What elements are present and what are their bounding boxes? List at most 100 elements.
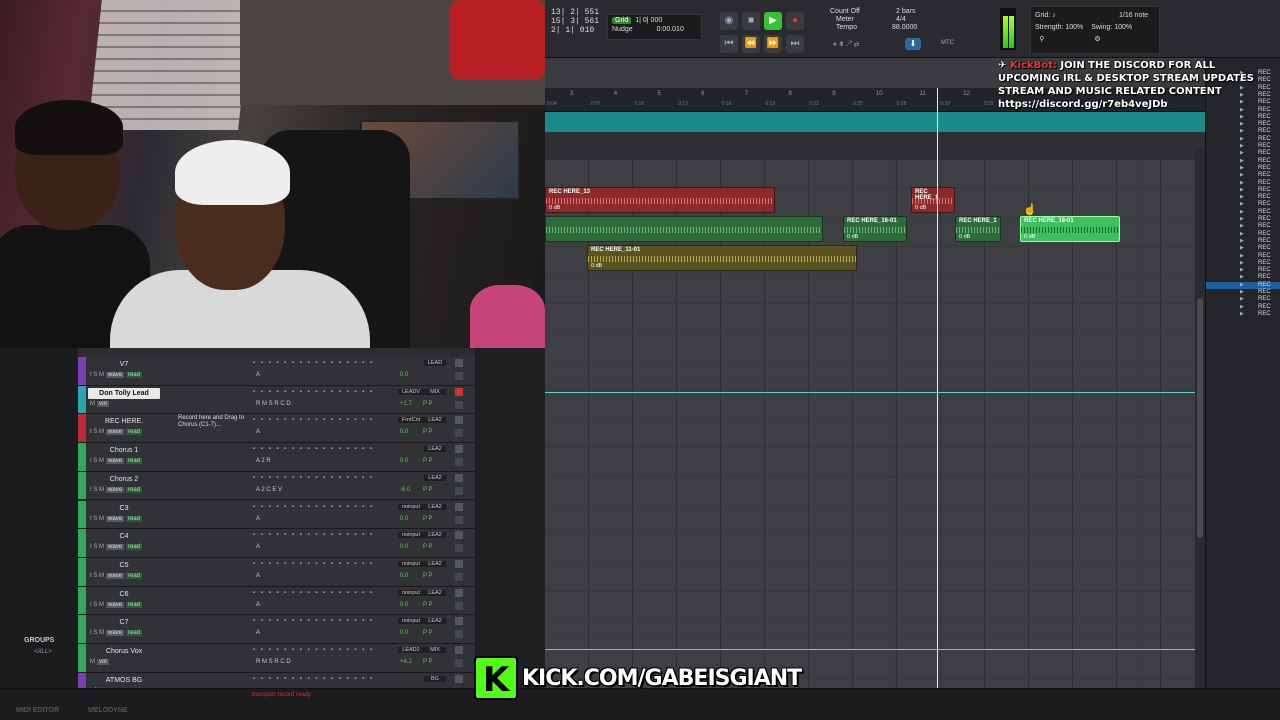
marker-lane[interactable] xyxy=(545,112,1205,132)
view-selector[interactable]: wave xyxy=(106,572,125,579)
track-name[interactable]: C7 xyxy=(88,617,160,628)
tab-midi-editor[interactable]: MIDI EDITOR xyxy=(16,707,59,714)
record-arm-button[interactable] xyxy=(455,559,463,568)
wait-for-note-icon[interactable]: ⬇ xyxy=(905,38,921,50)
view-selector[interactable]: wave xyxy=(106,544,125,551)
input-monitor-button[interactable]: I xyxy=(90,516,92,522)
track-list-panel[interactable]: ▶ REC ▶ REC ▶ REC ▶ REC ▶ REC ▶ REC ▶ REC ▶ REC ▶ REC ▶ REC… xyxy=(1205,58,1280,688)
track-row[interactable]: C4 I S Mwave read ▪ ▪ ▪ ▪ ▪ ▪ ▪ ▪ ▪ ▪ ▪ ▪ ▪… xyxy=(78,529,475,558)
track-list-row[interactable]: ▶ REC xyxy=(1206,128,1280,135)
insert-slots[interactable]: ▪ ▪ ▪ ▪ ▪ ▪ ▪ ▪ ▪ ▪ ▪ ▪ ▪ ▪ ▪ ▪ xyxy=(253,504,393,510)
track-menu-button[interactable] xyxy=(455,400,463,409)
volume-value[interactable]: -6.0 xyxy=(400,487,410,493)
output-selector[interactable]: LEA2 xyxy=(424,474,446,481)
view-selector[interactable]: wave xyxy=(106,372,125,378)
record-arm-button[interactable] xyxy=(455,617,463,626)
track-list-row[interactable]: ▶ REC xyxy=(1206,231,1280,238)
expand-icon[interactable]: ▶ xyxy=(1240,274,1244,280)
insert-slots[interactable]: ▪ ▪ ▪ ▪ ▪ ▪ ▪ ▪ ▪ ▪ ▪ ▪ ▪ ▪ ▪ ▪ xyxy=(253,475,393,481)
input-monitor-button[interactable]: I xyxy=(90,573,92,579)
track-menu-button[interactable] xyxy=(455,659,463,667)
track-buttons[interactable]: I S Mwaveread xyxy=(90,486,143,493)
vertical-scrollbar[interactable] xyxy=(1195,148,1205,688)
track-buttons[interactable]: I S Mwaveread xyxy=(90,572,143,579)
pan-value[interactable]: P P xyxy=(423,630,433,636)
view-selector[interactable]: wave xyxy=(106,601,125,608)
input-monitor-button[interactable]: I xyxy=(90,458,92,464)
track-buttons[interactable]: I S Mwaveread xyxy=(90,515,143,522)
chat-link[interactable]: https://discord.gg/r7eb4veJDb xyxy=(998,98,1280,111)
output-selector[interactable]: LEA2 xyxy=(424,560,446,567)
track-buttons[interactable]: I S Mwaveread xyxy=(90,372,143,378)
output-selector[interactable]: BG xyxy=(424,675,446,682)
audio-clip[interactable]: REC HERE_16-01 0 dB xyxy=(843,216,907,242)
grid-nudge-box[interactable]: Grid 1| 0| 000 Nudge 0:00.010 xyxy=(607,14,702,40)
track-list-row[interactable]: ▶ REC xyxy=(1206,165,1280,172)
view-selector[interactable]: wave xyxy=(106,458,125,465)
track-row[interactable]: REC HERE. I S Mwave read Record here and Dr… xyxy=(78,414,475,444)
expand-icon[interactable]: ▶ xyxy=(1240,289,1244,295)
send-letters[interactable]: A xyxy=(256,372,260,378)
insert-slots[interactable]: ▪ ▪ ▪ ▪ ▪ ▪ ▪ ▪ ▪ ▪ ▪ ▪ ▪ ▪ ▪ ▪ xyxy=(253,618,393,624)
mute-button[interactable]: M xyxy=(99,573,104,579)
track-row[interactable]: V7 I S Mwave read ▪ ▪ ▪ ▪ ▪ ▪ ▪ ▪ ▪ ▪ ▪ ▪ ▪… xyxy=(78,357,475,386)
volume-value[interactable]: +4.2 xyxy=(400,659,412,665)
mtc-button[interactable]: MTC xyxy=(941,40,954,46)
input-selector[interactable]: LEADV xyxy=(398,388,424,395)
main-counter[interactable]: 13| 2| 551 15| 3| 561 2| 1| 010 xyxy=(551,8,599,35)
track-name[interactable]: REC HERE. xyxy=(88,416,160,427)
audio-clip[interactable]: REC HERE_1 0 dB xyxy=(911,187,955,213)
track-list-row[interactable]: ▶ REC xyxy=(1206,150,1280,157)
track-buttons[interactable]: Mvol xyxy=(90,659,109,665)
view-selector[interactable]: vol xyxy=(97,400,109,407)
input-monitor-button[interactable]: I xyxy=(90,487,92,493)
track-row[interactable]: Chorus Vox Mvol ▪ ▪ ▪ ▪ ▪ ▪ ▪ ▪ ▪ ▪ ▪ ▪ ▪ … xyxy=(78,644,475,673)
volume-value[interactable]: +1.7 xyxy=(400,401,412,407)
send-letters[interactable]: A xyxy=(256,544,260,550)
input-selector[interactable]: FrntCnt xyxy=(398,417,424,424)
mute-button[interactable]: M xyxy=(99,487,104,493)
track-row[interactable]: C5 I S Mwave read ▪ ▪ ▪ ▪ ▪ ▪ ▪ ▪ ▪ ▪ ▪ ▪ ▪… xyxy=(78,557,475,587)
play-button[interactable]: ▶ xyxy=(764,12,782,30)
expand-icon[interactable]: ▶ xyxy=(1240,245,1244,251)
send-letters[interactable]: A xyxy=(256,602,260,608)
track-name[interactable]: Don Tolly Lead xyxy=(88,387,160,399)
track-list-row[interactable]: ▶ REC xyxy=(1206,311,1280,318)
pan-value[interactable]: P P xyxy=(423,458,433,464)
expand-icon[interactable]: ▶ xyxy=(1240,304,1244,310)
insert-slots[interactable]: ▪ ▪ ▪ ▪ ▪ ▪ ▪ ▪ ▪ ▪ ▪ ▪ ▪ ▪ ▪ ▪ xyxy=(253,360,393,366)
automation-mode[interactable]: read xyxy=(126,601,143,608)
record-arm-button[interactable] xyxy=(455,473,463,482)
volume-value[interactable]: 0.0 xyxy=(400,429,408,435)
volume-value[interactable]: 0.0 xyxy=(400,573,408,579)
automation-mode[interactable]: read xyxy=(126,458,143,465)
grid-settings-box[interactable]: Grid: ♪ 1/16 note Strength: 100% Swing: 1… xyxy=(1030,6,1160,54)
record-arm-button[interactable] xyxy=(455,646,463,654)
automation-mode[interactable]: read xyxy=(126,486,143,493)
track-list-row[interactable]: ▶ REC xyxy=(1206,172,1280,179)
record-arm-button[interactable] xyxy=(455,531,463,540)
pan-value[interactable]: P P xyxy=(423,573,433,579)
solo-button[interactable]: S xyxy=(93,516,97,522)
track-menu-button[interactable] xyxy=(455,630,463,639)
expand-icon[interactable]: ▶ xyxy=(1240,121,1244,127)
expand-icon[interactable]: ▶ xyxy=(1240,143,1244,149)
expand-icon[interactable]: ▶ xyxy=(1240,238,1244,244)
record-arm-button[interactable] xyxy=(455,387,463,396)
pan-value[interactable]: P P xyxy=(423,544,433,550)
track-list-row[interactable]: ▶ REC xyxy=(1206,238,1280,245)
record-button[interactable]: ● xyxy=(786,12,804,30)
pan-value[interactable]: P P xyxy=(423,516,433,522)
solo-button[interactable]: S xyxy=(93,458,97,464)
automation-mode[interactable]: read xyxy=(126,544,143,551)
record-arm-button[interactable] xyxy=(455,416,463,425)
track-buttons[interactable]: Mvol xyxy=(90,400,109,407)
gear-icon[interactable]: ⚙ xyxy=(1094,36,1150,43)
track-list-row[interactable]: ▶ REC xyxy=(1206,223,1280,230)
automation-mode[interactable]: read xyxy=(126,429,143,436)
audio-clip[interactable]: REC HERE_11-01 0 dB xyxy=(587,245,857,271)
expand-icon[interactable]: ▶ xyxy=(1240,282,1244,288)
output-selector[interactable]: LEA2 xyxy=(424,618,446,625)
track-list-row[interactable]: ▶ REC xyxy=(1206,304,1280,311)
expand-icon[interactable]: ▶ xyxy=(1240,311,1244,317)
